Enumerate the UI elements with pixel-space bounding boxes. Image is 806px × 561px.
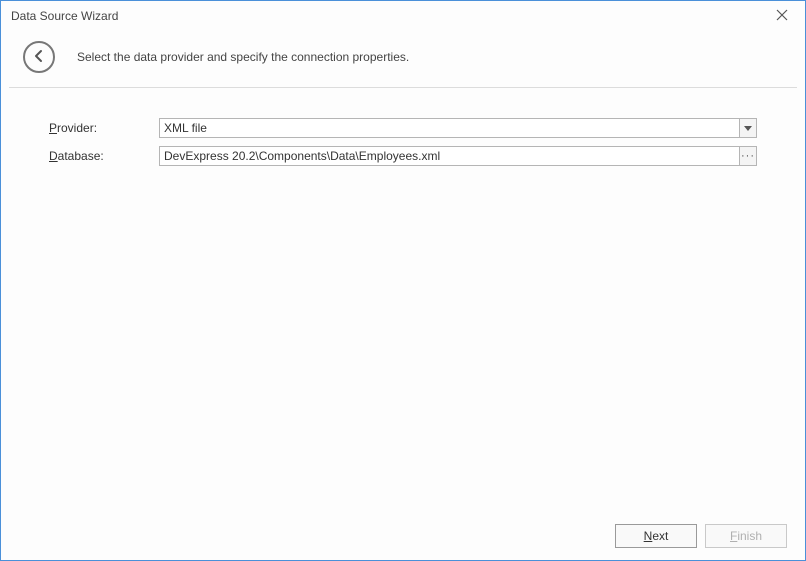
close-icon <box>776 9 788 24</box>
database-input[interactable]: DevExpress 20.2\Components\Data\Employee… <box>159 146 740 166</box>
header: Select the data provider and specify the… <box>1 31 805 87</box>
database-label: Database: <box>49 149 159 163</box>
close-button[interactable] <box>767 3 797 29</box>
finish-button: Finish <box>705 524 787 548</box>
footer: Next Finish <box>615 524 787 548</box>
provider-field: XML file <box>159 118 757 138</box>
database-browse-button[interactable]: ··· <box>739 146 757 166</box>
provider-value: XML file <box>164 121 207 135</box>
instruction-text: Select the data provider and specify the… <box>77 50 409 64</box>
database-label-accel: D <box>49 149 58 163</box>
provider-label-accel: P <box>49 121 57 135</box>
provider-label: Provider: <box>49 121 159 135</box>
provider-row: Provider: XML file <box>49 118 757 138</box>
database-label-text: atabase: <box>58 149 104 163</box>
database-field: DevExpress 20.2\Components\Data\Employee… <box>159 146 757 166</box>
back-button[interactable] <box>23 41 55 73</box>
arrow-left-icon <box>32 49 46 66</box>
titlebar: Data Source Wizard <box>1 1 805 31</box>
chevron-down-icon <box>744 121 752 135</box>
database-row: Database: DevExpress 20.2\Components\Dat… <box>49 146 757 166</box>
provider-dropdown-button[interactable] <box>739 118 757 138</box>
next-button[interactable]: Next <box>615 524 697 548</box>
ellipsis-icon: ··· <box>741 151 755 162</box>
finish-button-label: Finish <box>730 529 762 543</box>
provider-combobox[interactable]: XML file <box>159 118 740 138</box>
provider-label-text: rovider: <box>57 121 97 135</box>
database-value: DevExpress 20.2\Components\Data\Employee… <box>164 149 440 163</box>
window-title: Data Source Wizard <box>11 9 118 23</box>
form-area: Provider: XML file Database: DevExpress <box>1 88 805 166</box>
next-button-label: Next <box>644 529 669 543</box>
wizard-window: Data Source Wizard Select the data provi… <box>0 0 806 561</box>
